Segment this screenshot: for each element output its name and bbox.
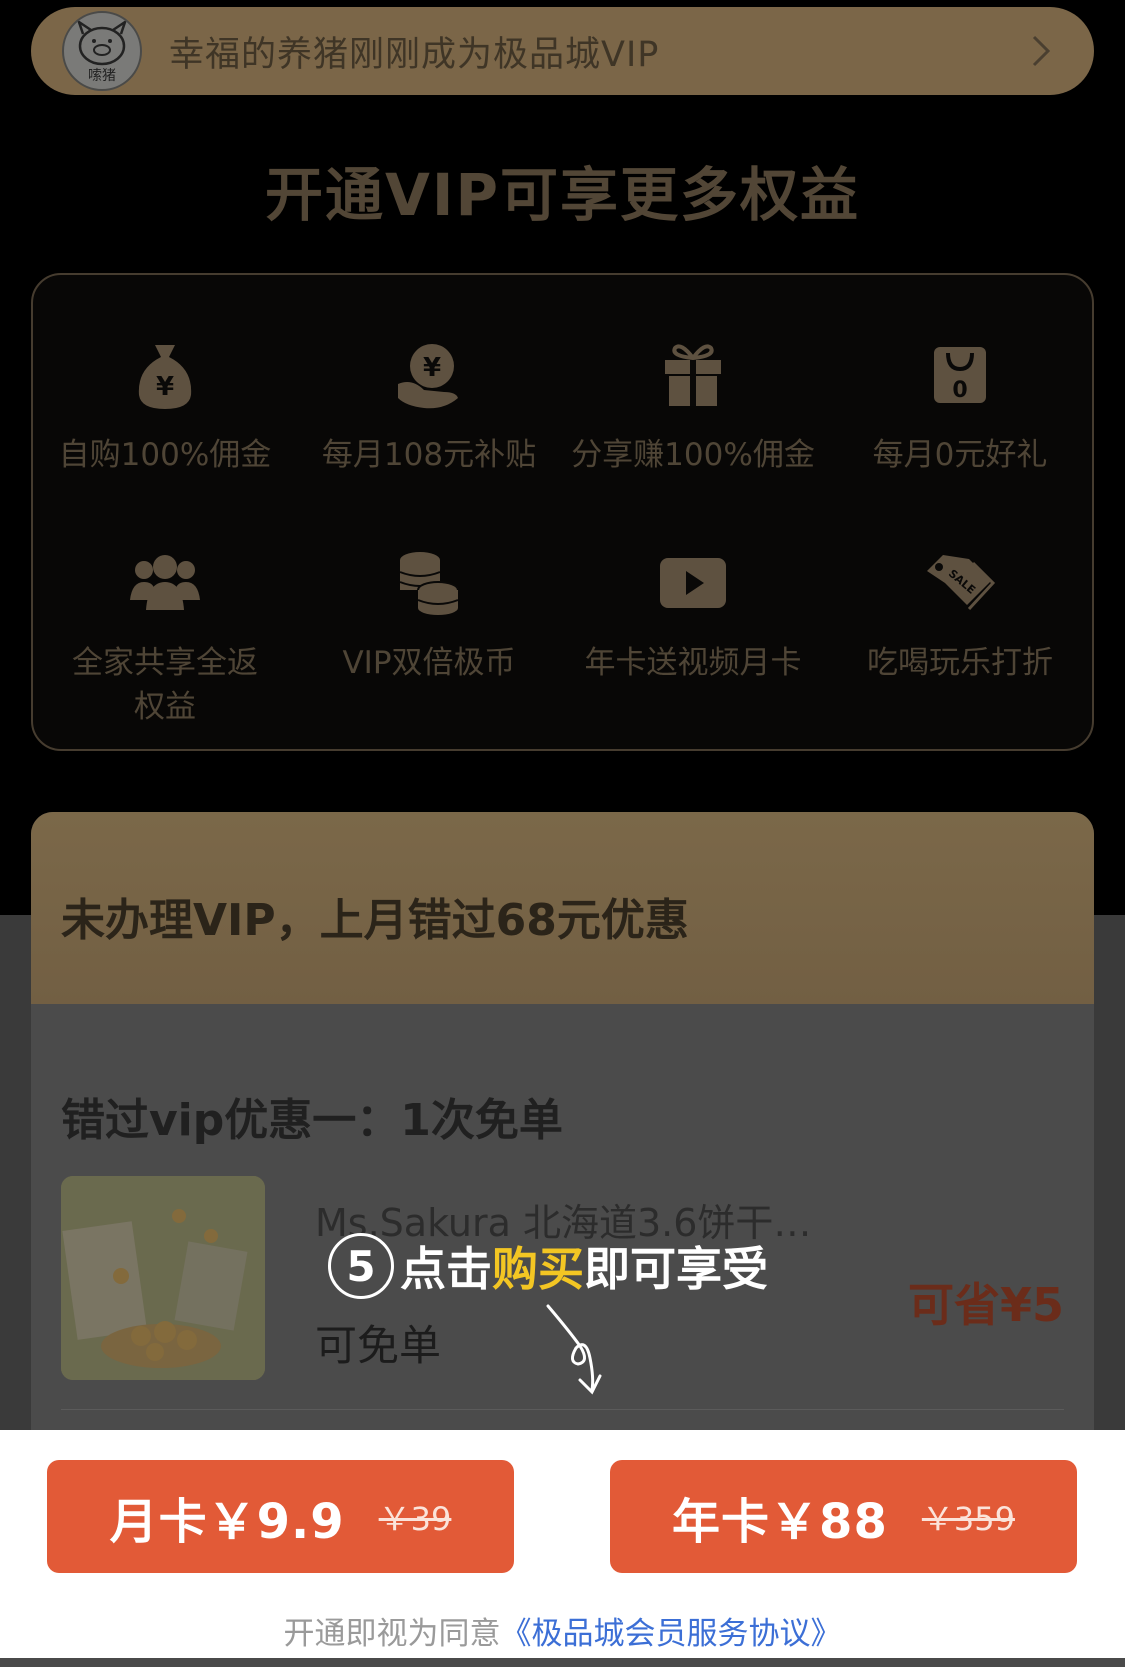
svg-text:嗦猪: 嗦猪 [88, 68, 116, 84]
benefit-label: 每月0元好礼 [872, 437, 1048, 473]
svg-text:¥: ¥ [423, 353, 441, 383]
money-bag-icon: ¥ [138, 345, 192, 409]
curly-arrow-icon [546, 1304, 602, 1395]
missed-deals-header: 未办理VIP，上月错过68元优惠 [31, 812, 1094, 1004]
product-image[interactable] [61, 1176, 265, 1380]
agreement-notice: 开通即视为同意《极品城会员服务协议》 [0, 1608, 1125, 1653]
bottom-edge [0, 1658, 1125, 1667]
benefits-panel: ¥ 自购100%佣金 ¥ 每月108元补贴 分享赚100%佣金 0 每月0元好礼… [31, 273, 1094, 751]
monthly-card-label: 月卡￥9.9 [109, 1493, 345, 1550]
benefit-item: 年卡送视频月卡 [561, 543, 825, 685]
pig-cartoon-icon: 嗦猪 [76, 18, 128, 84]
free-order-label: 可免单 [315, 1321, 442, 1370]
hint-text-post: 即可享受 [584, 1242, 768, 1296]
benefit-item: 分享赚100%佣金 [561, 335, 825, 477]
divider [61, 1409, 1064, 1410]
benefit-label: VIP双倍极币 [342, 645, 516, 681]
chevron-right-icon [1032, 35, 1051, 67]
biscuit-product-image [61, 1176, 265, 1380]
yearly-card-label: 年卡￥88 [672, 1493, 888, 1550]
benefit-item: ¥ 自购100%佣金 [33, 335, 297, 477]
shopping-bag-icon: 0 [934, 347, 986, 403]
gift-icon [665, 344, 721, 406]
benefit-label: 每月108元补贴 [321, 437, 537, 473]
sale-tag-icon: SALE [927, 555, 995, 611]
hand-coin-icon: ¥ [398, 344, 458, 409]
hint-text-highlight: 购买 [492, 1242, 584, 1296]
benefit-label: 分享赚100%佣金 [571, 437, 815, 473]
coin-stack-icon [399, 552, 459, 615]
monthly-card-button[interactable]: 月卡￥9.9 ￥39 [47, 1460, 514, 1573]
step-number-badge: 5 [328, 1233, 394, 1299]
savings-label: 可省¥5 [907, 1278, 1064, 1332]
benefit-item: VIP双倍极币 [297, 543, 561, 685]
page-title: 开通VIP可享更多权益 [265, 161, 860, 229]
ticker-text: 幸福的养猪刚刚成为极品城VIP [169, 34, 660, 75]
benefit-label: 年卡送视频月卡 [584, 645, 802, 681]
benefit-item: ¥ 每月108元补贴 [297, 335, 561, 477]
monthly-card-original-price: ￥39 [378, 1499, 452, 1538]
benefit-item: SALE 吃喝玩乐打折 [825, 543, 1095, 685]
benefit-label: 吃喝玩乐打折 [867, 645, 1053, 681]
benefit-item: 全家共享全返权益 [33, 543, 297, 729]
membership-agreement-link[interactable]: 《极品城会员服务协议》 [501, 1616, 842, 1652]
benefit-item: 0 每月0元好礼 [825, 335, 1095, 477]
purchase-bar: 月卡￥9.9 ￥39 年卡￥88 ￥359 开通即视为同意《极品城会员服务协议》 [0, 1430, 1125, 1667]
yearly-card-original-price: ￥359 [921, 1499, 1015, 1538]
svg-text:¥: ¥ [156, 372, 174, 402]
avatar: 嗦猪 [62, 11, 142, 91]
video-play-icon [660, 558, 726, 608]
benefit-label: 全家共享全返权益 [72, 645, 258, 725]
benefit-label: 自购100%佣金 [58, 437, 272, 473]
agreement-prefix: 开通即视为同意 [283, 1616, 501, 1652]
missed-deals-title: 未办理VIP，上月错过68元优惠 [61, 895, 689, 946]
tutorial-hint: 5 点击 购买 即可享受 [328, 1233, 768, 1299]
svg-text:0: 0 [952, 378, 967, 403]
group-icon [130, 555, 200, 610]
yearly-card-button[interactable]: 年卡￥88 ￥359 [610, 1460, 1077, 1573]
hint-text-pre: 点击 [400, 1242, 492, 1296]
missed-deal-subtitle: 错过vip优惠一：1次免单 [61, 1095, 563, 1146]
vip-ticker-banner[interactable]: 嗦猪 幸福的养猪刚刚成为极品城VIP [31, 7, 1094, 95]
